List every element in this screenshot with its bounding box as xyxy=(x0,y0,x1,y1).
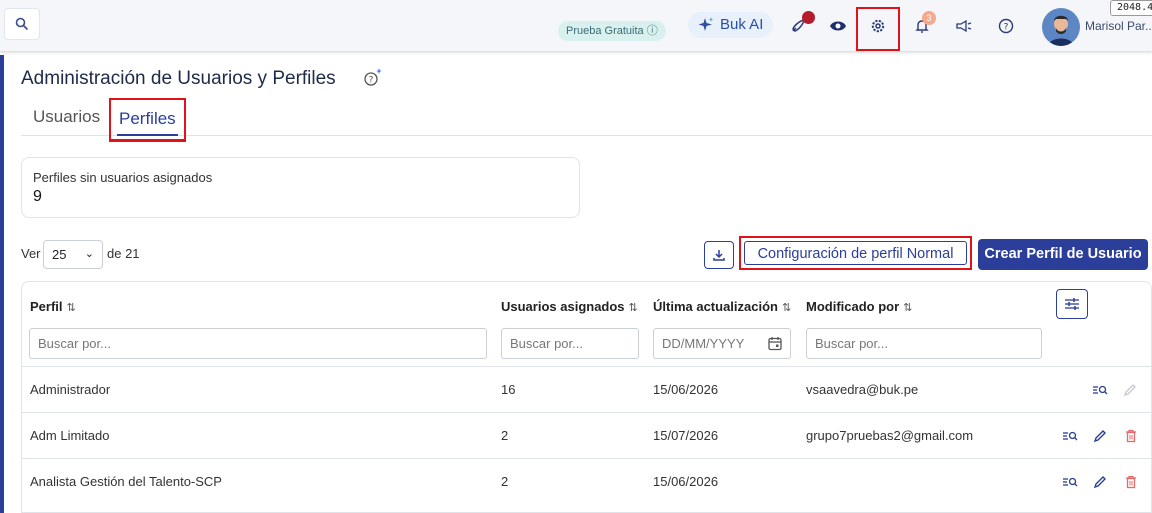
user-avatar-icon xyxy=(1048,15,1074,46)
sort-icon: ⇅ xyxy=(903,302,913,314)
cell-fecha: 15/06/2026 xyxy=(653,474,719,489)
pencil-icon xyxy=(1093,476,1106,489)
summary-label: Perfiles sin usuarios asignados xyxy=(33,170,213,185)
calendar-icon[interactable] xyxy=(768,336,782,351)
page-size-select[interactable]: 25 ⌄ xyxy=(43,240,103,269)
column-header-usuarios[interactable]: Usuarios asignados ⇅ xyxy=(501,299,638,314)
visibility-button[interactable] xyxy=(826,14,850,38)
column-settings-button[interactable] xyxy=(1056,289,1088,319)
download-icon xyxy=(713,250,725,261)
announcements-button[interactable] xyxy=(952,14,976,38)
filter-modificado-input[interactable]: Buscar por... xyxy=(806,328,1042,359)
cell-perfil: Analista Gestión del Talento-SCP xyxy=(30,474,222,489)
table-row: Adm Limitado 2 15/07/2026 grupo7pruebas2… xyxy=(22,412,1151,458)
column-header-modificado[interactable]: Modificado por ⇅ xyxy=(806,299,912,314)
svg-text:?: ? xyxy=(1004,23,1009,33)
view-button[interactable] xyxy=(1061,427,1079,445)
column-header-fecha[interactable]: Última actualización ⇅ xyxy=(653,299,791,314)
cell-usuarios: 16 xyxy=(501,382,516,397)
sort-icon: ⇅ xyxy=(66,302,76,314)
column-header-label: Última actualización xyxy=(653,299,778,314)
page-help-button[interactable]: ? xyxy=(362,67,384,89)
left-accent-bar xyxy=(0,55,4,513)
settings-button[interactable] xyxy=(866,14,890,38)
filter-usuarios-input[interactable]: Buscar por... xyxy=(501,328,639,359)
search-button[interactable] xyxy=(4,8,40,40)
chevron-down-icon: ⌄ xyxy=(84,248,94,260)
user-name[interactable]: Marisol Par... xyxy=(1085,19,1152,33)
view-details-icon xyxy=(1093,385,1108,395)
delete-button[interactable] xyxy=(1122,427,1140,445)
tab-perfiles[interactable]: Perfiles xyxy=(109,98,186,142)
table-row: Administrador 16 15/06/2026 vsaavedra@bu… xyxy=(22,366,1151,412)
trial-badge[interactable]: Prueba Gratuita ⓘ xyxy=(558,21,666,41)
sparkle-icon xyxy=(698,17,714,31)
rocket-notification-dot xyxy=(802,11,815,24)
column-header-label: Perfil xyxy=(30,299,63,314)
avatar[interactable] xyxy=(1042,8,1080,46)
view-details-icon xyxy=(1063,431,1078,441)
filter-fecha-input[interactable]: DD/MM/YYYY xyxy=(653,328,791,359)
view-button[interactable] xyxy=(1091,381,1109,399)
config-profile-button[interactable]: Configuración de perfil Normal xyxy=(744,241,967,265)
tab-usuarios[interactable]: Usuarios xyxy=(23,98,110,136)
buk-ai-label: Buk AI xyxy=(720,16,764,33)
trash-icon xyxy=(1126,475,1136,489)
cell-usuarios: 2 xyxy=(501,474,509,489)
create-profile-button[interactable]: Crear Perfil de Usuario xyxy=(978,239,1148,270)
top-bar: Prueba Gratuita ⓘ Buk AI 3 ? Marisol Par… xyxy=(0,0,1152,52)
gear-icon xyxy=(871,19,885,33)
sort-icon: ⇅ xyxy=(781,302,792,314)
pencil-icon xyxy=(1123,384,1136,397)
cell-modificado: grupo7pruebas2@gmail.com xyxy=(806,428,974,443)
buk-ai-button[interactable]: Buk AI xyxy=(688,12,774,38)
profiles-table: Perfil ⇅ Usuarios asignados ⇅ Última actua… xyxy=(21,281,1152,513)
pencil-icon xyxy=(1093,430,1106,443)
cell-usuarios: 2 xyxy=(501,428,509,443)
column-header-perfil[interactable]: Perfil ⇅ xyxy=(30,299,76,314)
notification-count-badge: 3 xyxy=(922,11,936,25)
page-size-value: 25 xyxy=(52,247,67,262)
trash-icon xyxy=(1126,429,1136,443)
filter-fecha-placeholder: DD/MM/YYYY xyxy=(662,336,745,351)
config-profile-highlight: Configuración de perfil Normal xyxy=(739,236,972,270)
download-button[interactable] xyxy=(704,241,734,269)
total-count-label: de 21 xyxy=(107,246,140,261)
delete-button[interactable] xyxy=(1122,473,1140,491)
summary-value: 9 xyxy=(33,188,42,205)
megaphone-icon xyxy=(956,19,972,33)
column-header-label: Modificado por xyxy=(806,299,900,314)
column-header-label: Usuarios asignados xyxy=(501,299,625,314)
page-size-prefix: Ver xyxy=(21,246,41,261)
cell-modificado: vsaavedra@buk.pe xyxy=(806,382,919,397)
summary-card: Perfiles sin usuarios asignados 9 xyxy=(21,157,580,218)
search-icon xyxy=(15,17,29,31)
cell-fecha: 15/06/2026 xyxy=(653,382,719,397)
eye-icon xyxy=(830,21,846,31)
cell-perfil: Adm Limitado xyxy=(30,428,110,443)
view-details-icon xyxy=(1063,477,1078,487)
edit-button xyxy=(1121,381,1139,399)
page-title: Administración de Usuarios y Perfiles xyxy=(21,68,336,89)
edit-button[interactable] xyxy=(1091,427,1109,445)
table-row: Analista Gestión del Talento-SCP 2 15/06… xyxy=(22,458,1151,504)
sort-icon: ⇅ xyxy=(628,302,638,314)
tab-perfiles-label: Perfiles xyxy=(119,109,176,128)
help-button[interactable]: ? xyxy=(994,14,1018,38)
sliders-icon xyxy=(1065,298,1079,310)
tab-bar: Usuarios Perfiles xyxy=(21,98,1152,142)
help-sparkle-icon: ? xyxy=(364,68,382,86)
svg-text:?: ? xyxy=(369,76,374,86)
tooltip: 2048.4 xyxy=(1110,0,1152,16)
filter-perfil-input[interactable]: Buscar por... xyxy=(29,328,487,359)
active-tab-underline xyxy=(117,134,178,136)
cell-fecha: 15/07/2026 xyxy=(653,428,719,443)
cell-perfil: Administrador xyxy=(30,382,111,397)
edit-button[interactable] xyxy=(1091,473,1109,491)
view-button[interactable] xyxy=(1061,473,1079,491)
question-circle-icon: ? xyxy=(998,18,1014,34)
